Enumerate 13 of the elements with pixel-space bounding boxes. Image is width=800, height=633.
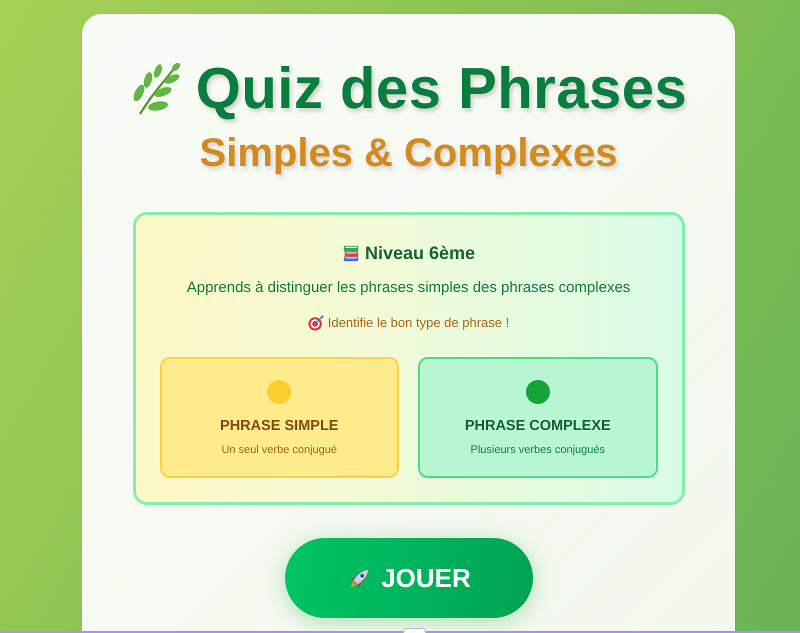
intro-description: Apprends à distinguer les phrases simples des phrases complexes: [186, 278, 630, 298]
play-button[interactable]: JOUER: [284, 538, 532, 618]
card-description: Un seul verbe conjugué: [221, 443, 338, 458]
level-heading: Niveau 6ème: [364, 242, 476, 265]
card-title: PHRASE COMPLEXE: [464, 417, 611, 436]
quiz-title: Quiz des Phrases: [196, 57, 688, 121]
card-title: PHRASE SIMPLE: [220, 417, 338, 436]
dart-target-icon: [308, 315, 324, 331]
handle-tab[interactable]: [403, 628, 426, 633]
goal-text: Identifie le bon type de phrase !: [328, 314, 510, 332]
card-description: Plusieurs verbes conjugués: [470, 443, 606, 458]
books-icon: [342, 244, 360, 262]
quiz-subtitle: Simples & Complexes: [200, 130, 618, 177]
